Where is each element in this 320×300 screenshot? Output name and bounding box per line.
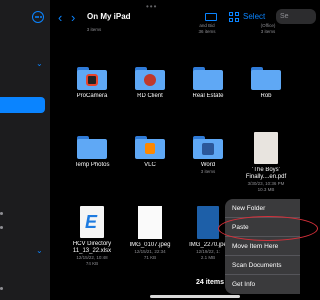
file-meta: 12/15/22, 10:48 74 KB [76,255,108,266]
file-name: Rob [260,93,272,99]
folder-icon [77,136,107,159]
menu-item-scan-documents[interactable]: Scan Documents [225,256,300,275]
file-item[interactable]: IMG_0107.jpeg 12/15/21, 22:34 71 KB [120,206,180,261]
item-count: 24 items [196,279,225,286]
file-name: HCV Directory 11_13_22.xlsx [72,241,112,254]
list-item[interactable]: and Bid 36 items [177,23,237,35]
folder-item[interactable]: Temp Photos [62,136,122,169]
sidebar: ⌄ ⌄ [0,0,50,300]
new-folder-icon[interactable] [205,13,217,21]
drag-handle-icon[interactable]: ••• [146,2,157,11]
list-item[interactable]: (Office) 3 items [238,23,298,35]
folder-item[interactable]: RD Client [120,67,180,100]
pdf-thumbnail [254,132,278,164]
file-name: Word [200,162,216,168]
file-name: Real Estate [192,93,224,99]
spreadsheet-thumbnail: E [80,206,104,238]
sidebar-bullet [0,212,3,215]
grid-view-icon[interactable] [229,12,239,22]
folder-icon [135,136,165,159]
sidebar-bullet [0,287,3,290]
more-options-icon[interactable] [32,11,44,23]
search-input[interactable]: Se [276,9,316,24]
folder-icon [193,67,223,90]
file-name: RD Client [137,93,163,99]
file-name: Temp Photos [74,162,110,168]
file-item[interactable]: E HCV Directory 11_13_22.xlsx 12/15/22, … [62,206,122,267]
folder-item[interactable]: Real Estate [178,67,238,100]
folder-item[interactable]: VLC [120,136,180,169]
file-meta: 12/15/21, 22:34 71 KB [134,249,166,260]
sidebar-item-active[interactable] [0,97,45,113]
file-meta: (Office) 3 items [260,23,276,34]
home-indicator[interactable] [150,295,240,298]
sidebar-bullet [0,226,3,229]
chevron-down-icon[interactable]: ⌄ [36,59,43,68]
folder-icon [193,136,223,159]
highlight-circle [218,216,318,241]
file-name: VLC [144,162,156,168]
select-button[interactable]: Select [243,12,265,21]
file-name: IMG_0107.jpeg [129,242,171,248]
file-item[interactable]: 'The Boys' Finally....en.pdf 3/30/23, 10… [236,132,296,193]
menu-item-get-info[interactable]: Get Info [225,275,300,294]
folder-item[interactable]: Rob [236,67,296,100]
back-chevron-icon[interactable]: ‹ [58,10,62,25]
page-title: On My iPad [87,12,131,21]
forward-chevron-icon[interactable]: › [71,10,75,25]
file-meta: 3/30/23, 10:36 PM 10.3 MB [247,181,285,192]
folder-icon [251,67,281,90]
file-meta: and Bid 36 items [198,23,216,34]
folder-icon [77,67,107,90]
folder-item[interactable]: ProCamera [62,67,122,100]
image-thumbnail [197,206,219,239]
file-name: 'The Boys' Finally....en.pdf [245,167,287,180]
folder-icon [135,67,165,90]
folder-item[interactable]: Word 3 items [178,136,238,175]
document-glyph-icon: E [85,212,98,232]
image-thumbnail [138,206,162,239]
list-item[interactable]: 3 items [64,27,124,33]
file-meta: 3 items [86,27,102,32]
file-meta: 3 items [200,169,216,174]
chevron-down-icon[interactable]: ⌄ [36,246,43,255]
file-name: ProCamera [76,93,108,99]
context-menu: New Folder Paste Move Item Here Scan Doc… [225,199,300,294]
